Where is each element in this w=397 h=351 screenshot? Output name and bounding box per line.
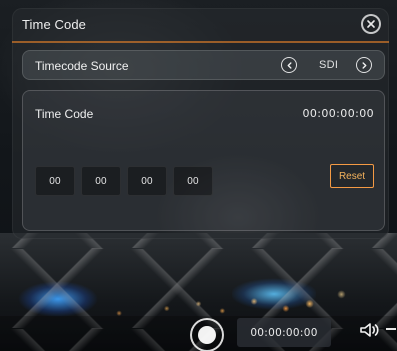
timecode-hours-field[interactable]: 00 <box>35 166 75 196</box>
timecode-label: Time Code <box>35 107 94 121</box>
record-icon <box>198 326 216 344</box>
timecode-source-label: Timecode Source <box>35 59 129 73</box>
camera-ui-frame: Time Code Timecode Source SDI Time Code … <box>0 0 397 351</box>
timecode-source-prev-button[interactable] <box>281 57 297 73</box>
timecode-panel: Time Code 00:00:00:00 00 00 00 00 Reset <box>22 90 385 231</box>
close-button[interactable] <box>361 14 381 34</box>
timecode-value: 00:00:00:00 <box>302 107 374 120</box>
bottom-timecode-display: 00:00:00:00 <box>237 318 331 347</box>
timecode-source-value: SDI <box>319 59 339 71</box>
timecode-source-next-button[interactable] <box>356 57 372 73</box>
speaker-icon <box>358 320 380 340</box>
header-divider <box>12 41 389 43</box>
timecode-seconds-field[interactable]: 00 <box>127 166 167 196</box>
timecode-source-row: Timecode Source SDI <box>22 50 385 80</box>
close-icon <box>366 19 376 29</box>
dialog-header: Time Code <box>12 8 389 42</box>
chevron-left-icon <box>285 61 294 70</box>
dialog-title: Time Code <box>22 17 86 32</box>
reset-button[interactable]: Reset <box>330 164 374 188</box>
record-button[interactable] <box>190 318 224 351</box>
timecode-minutes-field[interactable]: 00 <box>81 166 121 196</box>
speaker-button[interactable] <box>358 320 380 340</box>
chevron-right-icon <box>360 61 369 70</box>
volume-slider[interactable] <box>386 328 396 330</box>
timecode-frames-field[interactable]: 00 <box>173 166 213 196</box>
timecode-fields: 00 00 00 00 <box>35 166 220 196</box>
